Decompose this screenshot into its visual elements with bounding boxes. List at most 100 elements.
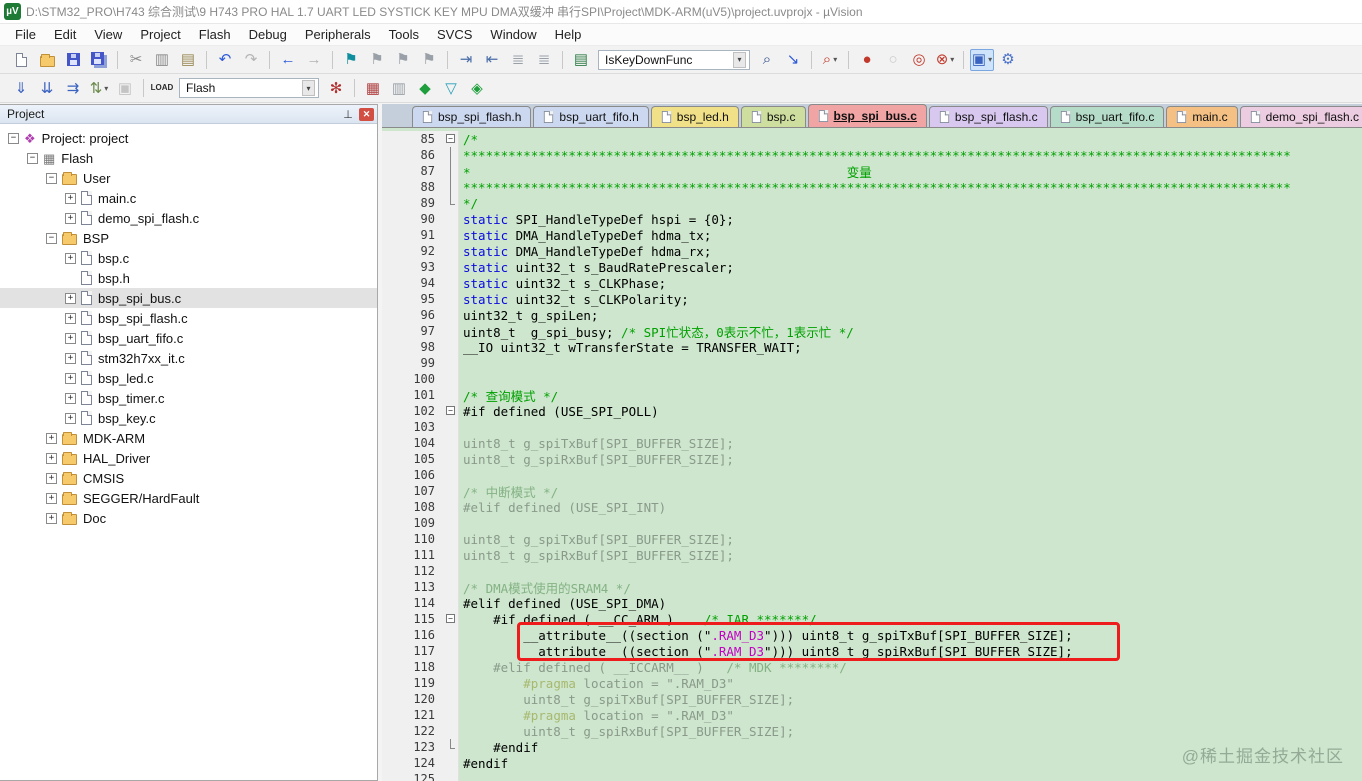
fold-collapse-icon[interactable]: − [446,406,455,415]
fold-margin[interactable]: − [443,403,459,419]
expand-icon[interactable]: + [65,412,76,424]
translate-button[interactable]: ⇓ [9,77,33,99]
fold-margin[interactable]: − [443,611,459,627]
tree-item-segger-hardfault[interactable]: + SEGGER/HardFault [0,488,377,508]
tree-item-flash[interactable]: − ▦ Flash [0,148,377,168]
redo-button[interactable]: ↷ [239,49,263,71]
collapse-icon[interactable]: − [46,172,57,184]
new-file-button[interactable] [9,49,33,71]
tab-bsp-led-h[interactable]: bsp_led.h [650,106,739,127]
menu-flash[interactable]: Flash [190,25,240,44]
tree-item-bsp-h[interactable]: bsp.h [0,268,377,288]
chevron-down-icon[interactable]: ▾ [988,55,992,64]
bookmark-prev-button[interactable]: ⚑ [365,49,389,71]
pin-icon[interactable]: ⊥ [340,108,356,121]
expand-icon[interactable]: + [65,352,76,364]
tree-item-bsp-c[interactable]: + bsp.c [0,248,377,268]
pack-installer-button[interactable]: ◈ [465,77,489,99]
cut-button[interactable]: ✂ [124,49,148,71]
code-editor[interactable]: 85−/* 86 *********************************… [382,127,1362,781]
tab-demo-spi-flash-c[interactable]: demo_spi_flash.c [1239,106,1362,127]
expand-icon[interactable]: + [65,312,76,324]
menu-view[interactable]: View [85,25,131,44]
find-button[interactable]: ⌕ ▾ [818,49,842,71]
expand-icon[interactable]: + [65,392,76,404]
tree-item-bsp-spi-bus-c[interactable]: + bsp_spi_bus.c [0,288,377,308]
enable-disable-breakpoint-button[interactable]: ◎ [907,49,931,71]
chevron-down-icon[interactable]: ▾ [950,55,954,64]
tab-bsp-spi-flash-c[interactable]: bsp_spi_flash.c [928,106,1048,127]
configure-button[interactable]: ⚙ [996,49,1020,71]
tab-bsp-uart-fifo-c[interactable]: bsp_uart_fifo.c [1049,106,1165,127]
chevron-down-icon[interactable]: ▾ [104,84,108,93]
target-combo[interactable]: Flash ▾ [179,78,319,98]
expand-icon[interactable]: + [46,452,57,464]
download-button[interactable]: LOAD [150,77,174,99]
expand-icon[interactable]: + [46,472,57,484]
bookmark-next-button[interactable]: ⚑ [391,49,415,71]
tree-item-user[interactable]: − User [0,168,377,188]
save-all-button[interactable] [87,49,111,71]
paste-button[interactable]: ▤ [176,49,200,71]
tree-item-hal-driver[interactable]: + HAL_Driver [0,448,377,468]
insert-breakpoint-button[interactable]: ● [855,49,879,71]
expand-icon[interactable]: + [46,512,57,524]
forward-button[interactable]: → [302,49,326,71]
tree-item-bsp[interactable]: − BSP [0,228,377,248]
expand-icon[interactable]: + [65,372,76,384]
menu-help[interactable]: Help [546,25,591,44]
function-navigate-icon[interactable]: ▤ [569,49,593,71]
tree-item-mdk-arm[interactable]: + MDK-ARM [0,428,377,448]
back-button[interactable]: ← [276,49,300,71]
disable-breakpoint-button[interactable]: ○ [881,49,905,71]
tree-item-bsp-key-c[interactable]: + bsp_key.c [0,408,377,428]
batch-build-button[interactable]: ⇅ ▾ [87,77,111,99]
tree-item-demo-spi-flash-c[interactable]: + demo_spi_flash.c [0,208,377,228]
tree-item-project-project[interactable]: − ❖ Project: project [0,128,377,148]
save-button[interactable] [61,49,85,71]
tab-main-c[interactable]: main.c [1166,106,1238,127]
file-extensions-button[interactable]: ▥ [387,77,411,99]
collapse-icon[interactable]: − [27,152,38,164]
kill-breakpoints-button[interactable]: ⊗ ▾ [933,49,957,71]
target-options-button[interactable]: ✻ [324,77,348,99]
menu-debug[interactable]: Debug [240,25,296,44]
menu-file[interactable]: File [6,25,45,44]
comment-button[interactable]: ≣ [506,49,530,71]
tab-bsp-spi-bus-c[interactable]: bsp_spi_bus.c [807,104,927,127]
expand-icon[interactable]: + [65,292,76,304]
expand-icon[interactable]: + [65,192,76,204]
chevron-down-icon[interactable]: ▾ [302,80,315,96]
menu-tools[interactable]: Tools [380,25,428,44]
collapse-icon[interactable]: − [8,132,19,144]
build-button[interactable]: ⇊ [35,77,59,99]
rebuild-button[interactable]: ⇉ [61,77,85,99]
goto-definition-button[interactable]: ↘ [781,49,805,71]
fold-collapse-icon[interactable]: − [446,614,455,623]
tab-bsp-uart-fifo-h[interactable]: bsp_uart_fifo.h [533,106,649,127]
tree-item-doc[interactable]: + Doc [0,508,377,528]
menu-edit[interactable]: Edit [45,25,85,44]
stop-build-button[interactable]: ▣ [113,77,137,99]
bookmark-clear-button[interactable]: ⚑ [417,49,441,71]
fold-collapse-icon[interactable]: − [446,134,455,143]
tree-item-cmsis[interactable]: + CMSIS [0,468,377,488]
menu-peripherals[interactable]: Peripherals [296,25,380,44]
uncomment-button[interactable]: ≣ [532,49,556,71]
close-icon[interactable]: ✕ [359,107,374,121]
outdent-button[interactable]: ⇤ [480,49,504,71]
expand-icon[interactable]: + [65,332,76,344]
tab-bsp-c[interactable]: bsp.c [740,106,806,127]
expand-icon[interactable]: + [46,432,57,444]
fold-margin[interactable]: − [443,131,459,147]
tree-item-bsp-led-c[interactable]: + bsp_led.c [0,368,377,388]
tree-item-stm32h7xx-it-c[interactable]: + stm32h7xx_it.c [0,348,377,368]
copy-button[interactable]: ▥ [150,49,174,71]
indent-button[interactable]: ⇥ [454,49,478,71]
chevron-down-icon[interactable]: ▾ [833,55,837,64]
menu-project[interactable]: Project [131,25,189,44]
menu-svcs[interactable]: SVCS [428,25,481,44]
select-packs-button[interactable]: ▽ [439,77,463,99]
tree-item-bsp-timer-c[interactable]: + bsp_timer.c [0,388,377,408]
tree-item-main-c[interactable]: + main.c [0,188,377,208]
